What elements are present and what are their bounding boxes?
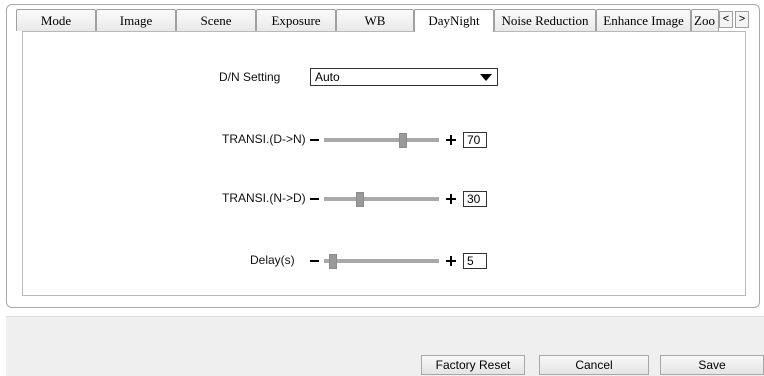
- footer-bar: [6, 316, 764, 376]
- dn-setting-value: Auto: [315, 70, 340, 84]
- tab-noise-reduction[interactable]: Noise Reduction: [494, 9, 596, 31]
- tab-scene[interactable]: Scene: [176, 9, 256, 31]
- cancel-button[interactable]: Cancel: [539, 355, 649, 375]
- daynight-settings: D/N Setting Auto TRANSI.(D->N) 70 TRANSI…: [22, 31, 746, 296]
- tab-wb[interactable]: WB: [336, 9, 414, 31]
- transi-d-n-slider-track[interactable]: [324, 138, 439, 142]
- transi-d-n-value-input[interactable]: 70: [463, 132, 487, 148]
- delay-label: Delay(s): [250, 253, 295, 267]
- delay-value-input[interactable]: 5: [463, 253, 487, 269]
- delay-slider-track[interactable]: [324, 259, 439, 263]
- tab-daynight[interactable]: DayNight: [414, 9, 494, 32]
- dn-setting-select[interactable]: Auto: [310, 68, 498, 86]
- transi-n-d-label: TRANSI.(N->D): [222, 191, 306, 205]
- tab-image[interactable]: Image: [96, 9, 176, 31]
- tab-scroll-right-button[interactable]: >: [735, 11, 749, 28]
- transi-n-d-slider-track[interactable]: [324, 197, 439, 201]
- tab-zoom[interactable]: Zoo: [691, 9, 719, 31]
- delay-increase-button[interactable]: [446, 256, 456, 266]
- transi-n-d-increase-button[interactable]: [446, 194, 456, 204]
- factory-reset-button[interactable]: Factory Reset: [421, 355, 525, 375]
- transi-n-d-decrease-button[interactable]: [310, 198, 319, 200]
- tab-scroll-left-button[interactable]: <: [719, 11, 733, 28]
- transi-n-d-value-input[interactable]: 30: [463, 191, 487, 207]
- transi-n-d-slider-thumb[interactable]: [356, 192, 364, 207]
- delay-decrease-button[interactable]: [310, 260, 319, 262]
- chevron-down-icon: [480, 74, 492, 81]
- tab-mode[interactable]: Mode: [16, 9, 96, 31]
- tab-exposure[interactable]: Exposure: [256, 9, 336, 31]
- transi-d-n-slider-thumb[interactable]: [399, 133, 407, 148]
- delay-slider-thumb[interactable]: [329, 254, 337, 269]
- save-button[interactable]: Save: [660, 355, 764, 375]
- transi-d-n-label: TRANSI.(D->N): [222, 132, 306, 146]
- transi-d-n-decrease-button[interactable]: [310, 139, 319, 141]
- dn-setting-label: D/N Setting: [219, 70, 281, 84]
- transi-d-n-increase-button[interactable]: [446, 135, 456, 145]
- tab-enhance-image[interactable]: Enhance Image: [596, 9, 691, 31]
